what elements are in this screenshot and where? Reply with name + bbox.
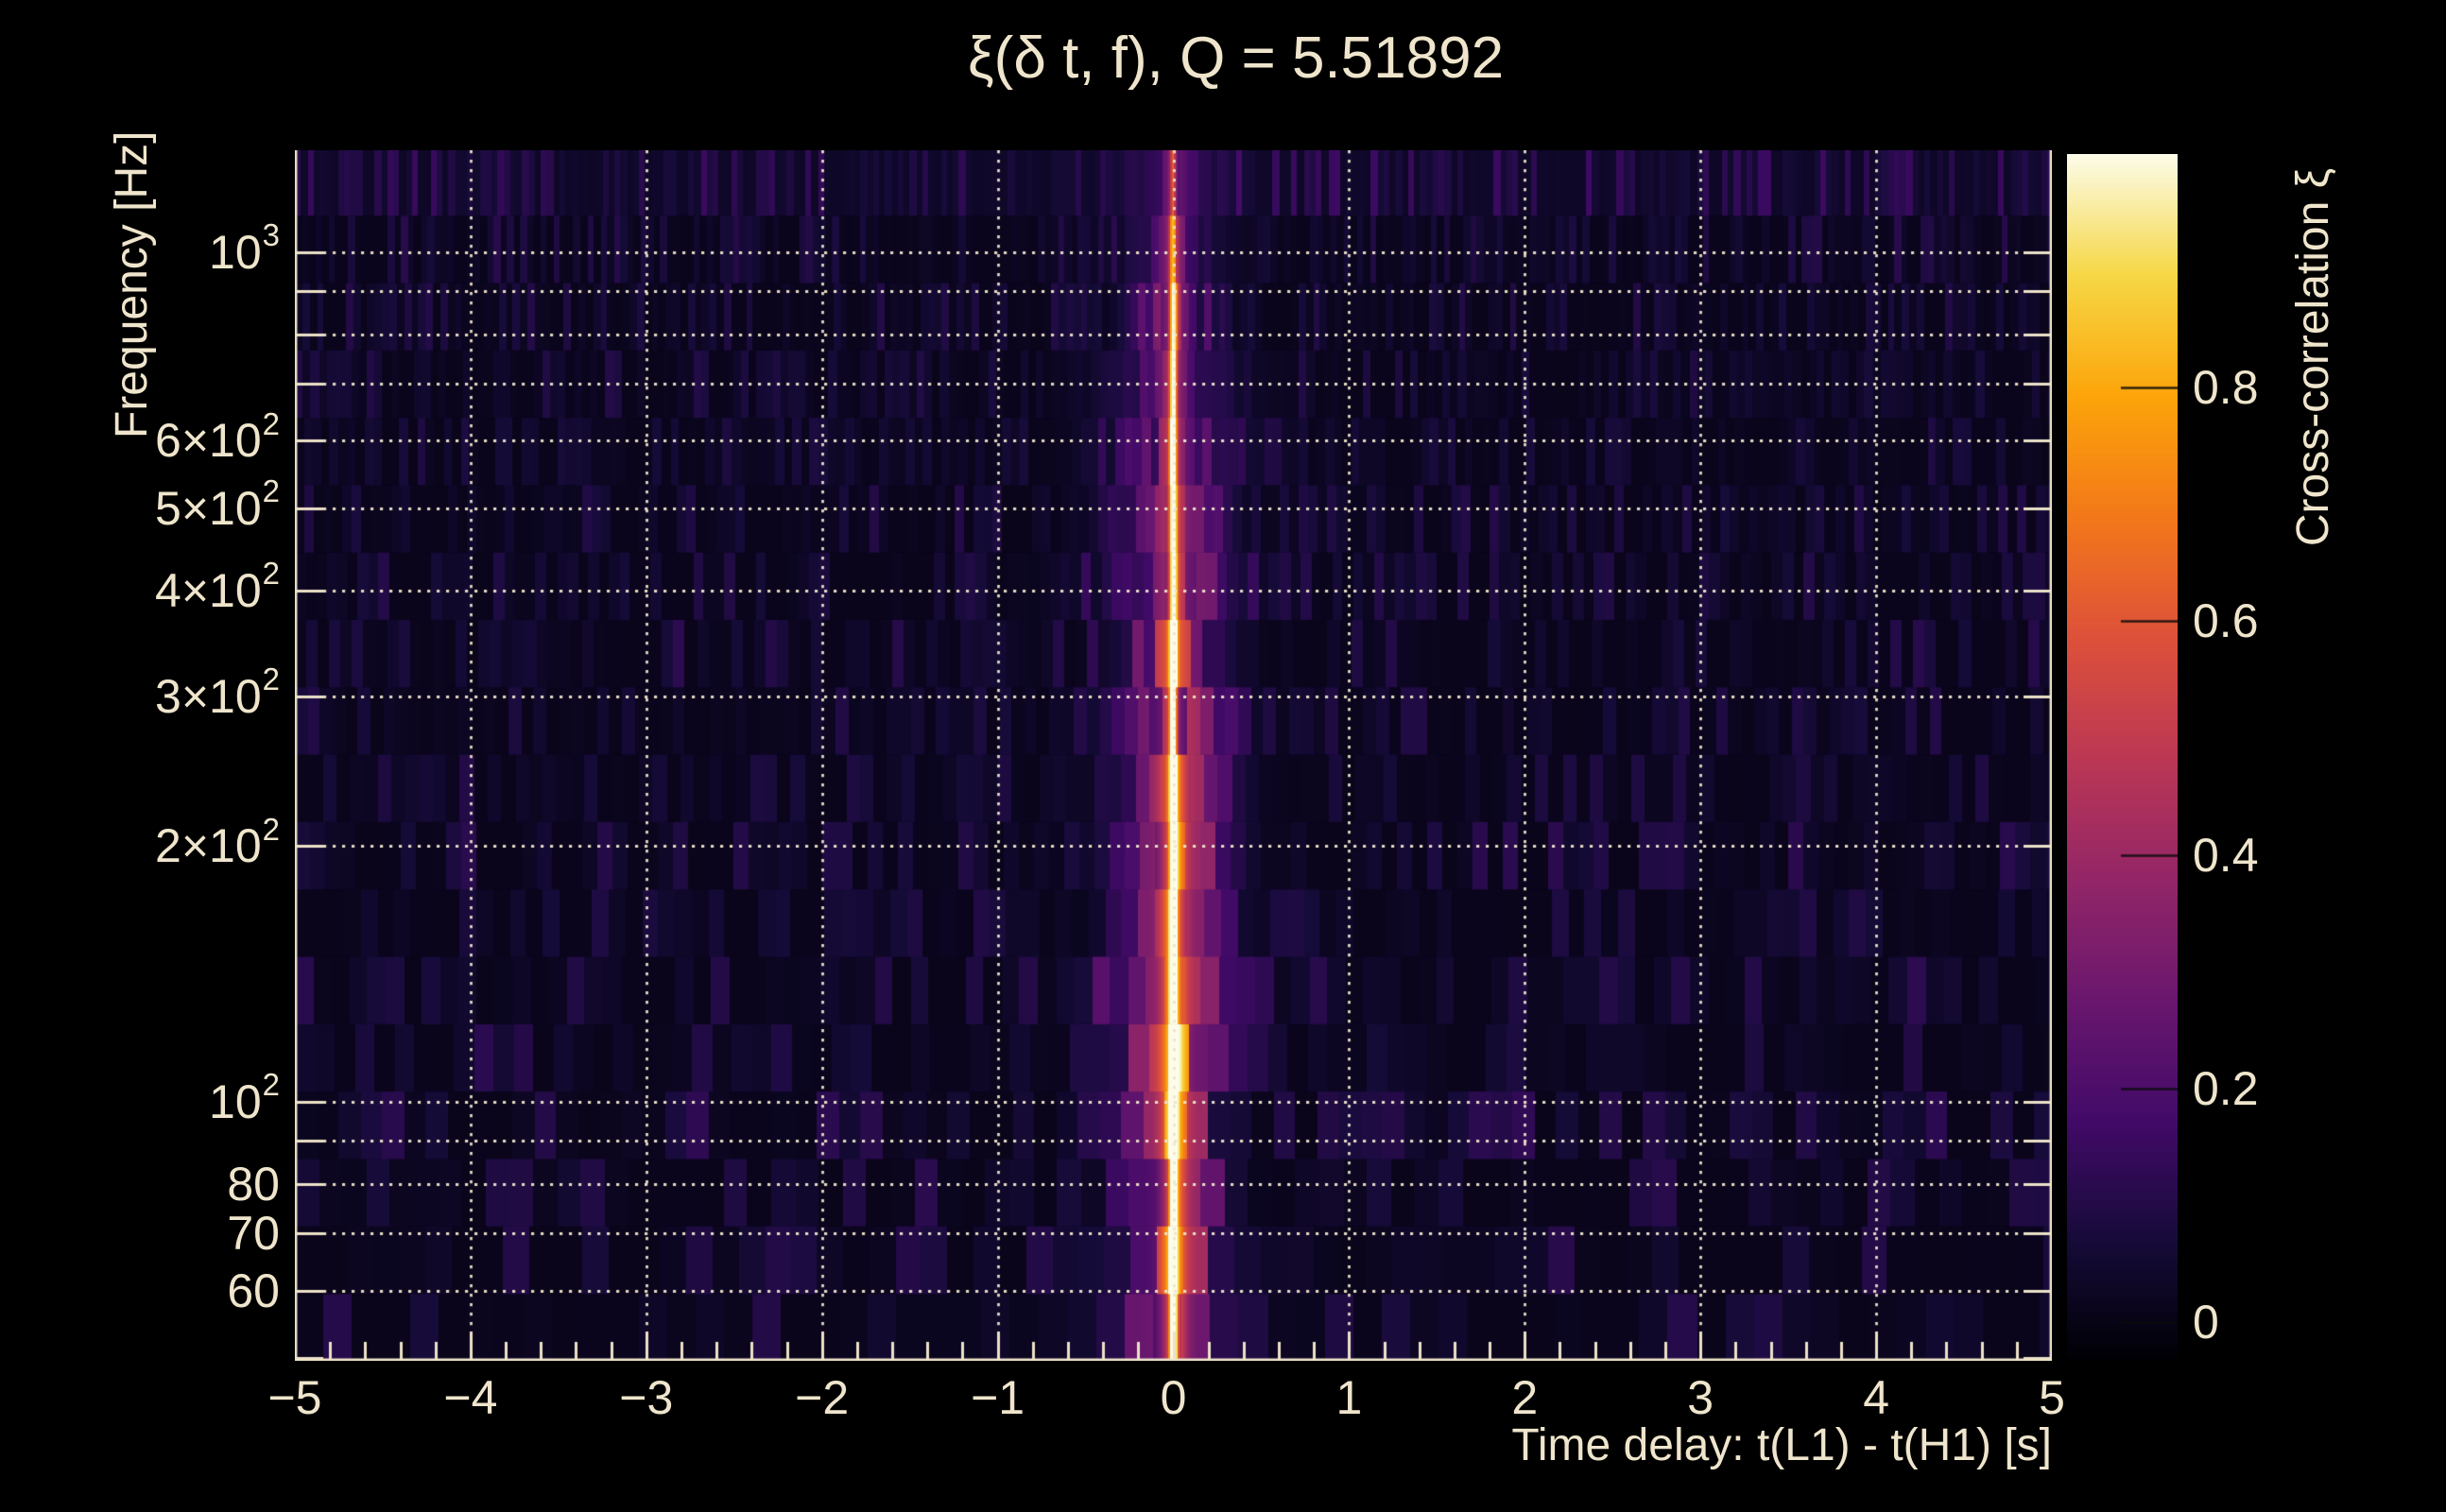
x-tick-label: 3 — [1687, 1371, 1714, 1424]
y-axis-title: Frequency [Hz] — [107, 130, 157, 438]
y-tick-label: 103 — [209, 217, 280, 279]
y-tick-label: 80 — [227, 1158, 280, 1211]
x-tick-label: 1 — [1335, 1371, 1363, 1424]
plot-title: ξ(δ t, f), Q = 5.51892 — [967, 26, 1505, 91]
x-axis-title: Time delay: t(L1) - t(H1) [s] — [1511, 1420, 2052, 1470]
x-tick-label: −2 — [795, 1371, 850, 1424]
y-tick-label: 2×102 — [155, 811, 280, 873]
colorbar-tick-label: 0.4 — [2193, 828, 2259, 882]
plot-area — [295, 150, 2052, 1361]
y-tick-label: 5×102 — [155, 472, 280, 535]
y-tick-label: 60 — [227, 1263, 280, 1317]
y-tick-label: 4×102 — [155, 556, 280, 617]
x-tick-label: −5 — [267, 1371, 322, 1424]
colorbar-tick-label: 0.8 — [2193, 361, 2259, 415]
colorbar-tick-label: 0 — [2193, 1296, 2219, 1349]
y-tick-label: 70 — [227, 1207, 280, 1261]
colorbar-tick-label: 0.6 — [2193, 594, 2259, 648]
x-tick-label: −4 — [443, 1371, 498, 1424]
colorbar-canvas — [2067, 154, 2178, 1361]
x-tick-label: −1 — [971, 1371, 1025, 1424]
x-tick-label: 5 — [2039, 1371, 2065, 1424]
colorbar-tick-label: 0.2 — [2193, 1061, 2259, 1115]
y-tick-label: 102 — [209, 1067, 280, 1129]
colorbar-axis-title: Cross-correlation ξ — [2288, 167, 2338, 547]
y-tick-label: 6×102 — [155, 405, 280, 468]
x-tick-label: −3 — [619, 1371, 674, 1424]
figure: ξ(δ t, f), Q = 5.51892 Time delay: t(L1)… — [0, 0, 2446, 1512]
heatmap-canvas — [295, 150, 2052, 1361]
x-tick-label: 4 — [1863, 1371, 1889, 1424]
y-tick-label: 3×102 — [155, 662, 280, 724]
x-tick-label: 2 — [1511, 1371, 1539, 1424]
x-tick-label: 0 — [1160, 1371, 1187, 1424]
